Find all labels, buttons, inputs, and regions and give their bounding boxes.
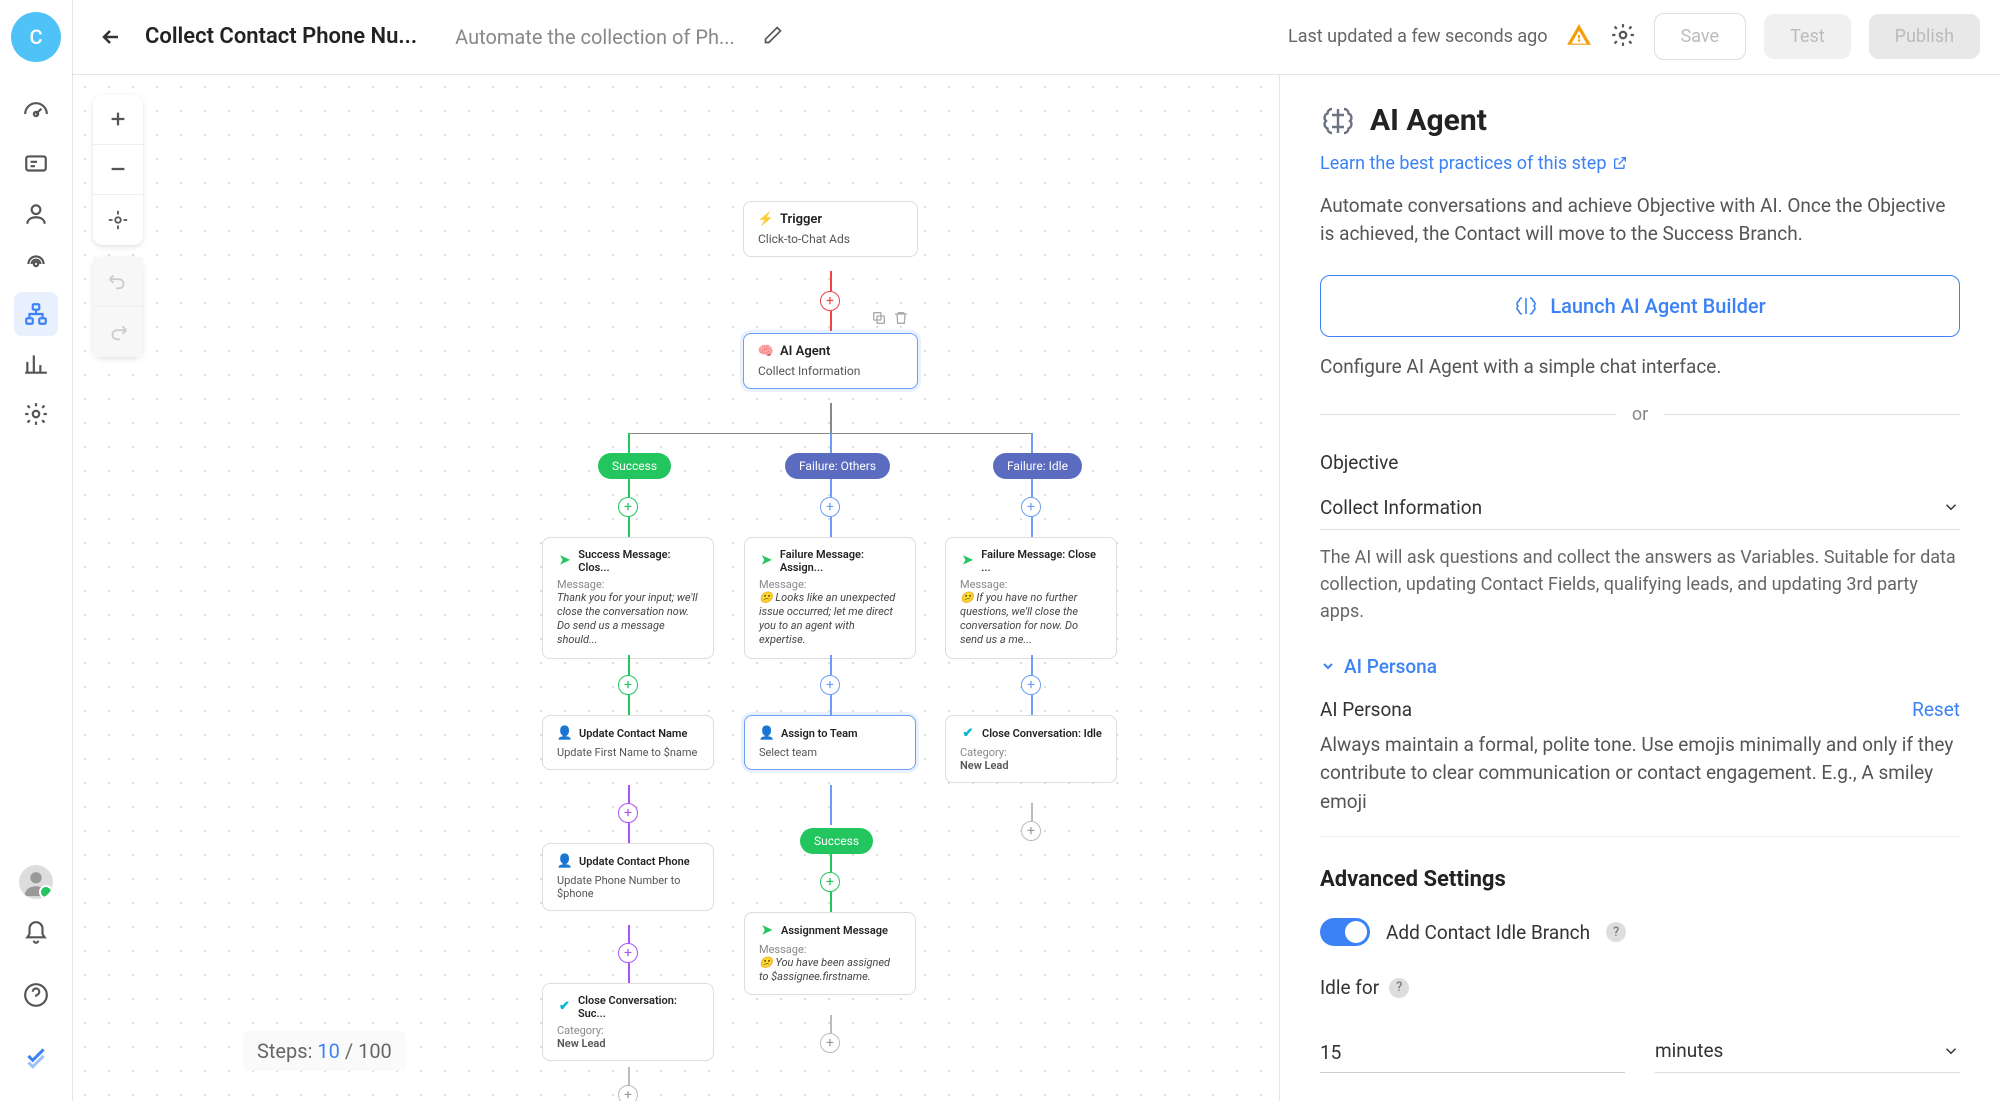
reports-icon[interactable] — [14, 342, 58, 386]
workflow-settings-icon[interactable] — [1610, 22, 1636, 52]
contacts-icon[interactable] — [14, 192, 58, 236]
add-step-icon[interactable]: + — [820, 291, 840, 311]
add-step-icon[interactable]: + — [618, 1085, 638, 1101]
objective-help-text: The AI will ask questions and collect th… — [1320, 544, 1960, 625]
send-icon: ➤ — [759, 923, 775, 939]
publish-button[interactable]: Publish — [1869, 14, 1980, 59]
learn-link[interactable]: Learn the best practices of this step — [1320, 153, 1628, 174]
chevron-down-icon — [1942, 1042, 1960, 1060]
messages-icon[interactable] — [14, 142, 58, 186]
add-step-icon[interactable]: + — [820, 675, 840, 695]
persona-label: AI Persona — [1320, 698, 1412, 721]
user-icon: 👤 — [557, 854, 573, 870]
objective-label: Objective — [1320, 451, 1960, 474]
node-trigger[interactable]: ⚡Trigger Click-to-Chat Ads — [743, 201, 918, 257]
add-step-icon[interactable]: + — [618, 803, 638, 823]
add-step-icon[interactable]: + — [1021, 675, 1041, 695]
workspace-avatar[interactable]: C — [11, 12, 61, 62]
node-assign-team[interactable]: 👤Assign to Team Select team — [744, 715, 916, 770]
workflow-title: Collect Contact Phone Nu... — [145, 24, 417, 49]
check-circle-icon: ✔ — [557, 999, 572, 1015]
user-avatar[interactable] — [19, 865, 53, 899]
delete-node-icon[interactable] — [893, 310, 911, 328]
panel-description: Automate conversations and achieve Objec… — [1320, 192, 1960, 249]
settings-panel: AI Agent Learn the best practices of thi… — [1280, 75, 2000, 1101]
help-tooltip-icon[interactable]: ? — [1606, 922, 1626, 942]
save-button[interactable]: Save — [1654, 13, 1747, 60]
node-failure-idle-message[interactable]: ➤Failure Message: Close ... Message: 😕 I… — [945, 537, 1117, 659]
canvas-area[interactable]: Steps: 10 / 100 ⚡Trigger Click-to-Chat A… — [73, 75, 1280, 1101]
notifications-icon[interactable] — [14, 911, 58, 955]
last-updated: Last updated a few seconds ago — [1288, 26, 1548, 47]
node-update-contact-phone[interactable]: 👤Update Contact Phone Update Phone Numbe… — [542, 843, 714, 911]
check-circle-icon: ✔ — [960, 726, 976, 742]
idle-duration-input[interactable] — [1320, 1033, 1625, 1073]
toggle-label: Add Contact Idle Branch — [1386, 921, 1590, 944]
add-step-icon[interactable]: + — [1021, 821, 1041, 841]
add-step-icon[interactable]: + — [820, 497, 840, 517]
node-close-idle[interactable]: ✔Close Conversation: Idle Category: New … — [945, 715, 1117, 783]
settings-nav-icon[interactable] — [14, 392, 58, 436]
add-step-icon[interactable]: + — [618, 675, 638, 695]
edit-title-icon[interactable] — [763, 25, 783, 49]
header: Collect Contact Phone Nu... Automate the… — [73, 0, 2000, 75]
add-step-icon[interactable]: + — [820, 1033, 840, 1053]
node-update-contact-name[interactable]: 👤Update Contact Name Update First Name t… — [542, 715, 714, 770]
app-sidebar: C — [0, 0, 73, 1101]
external-link-icon — [1612, 155, 1628, 171]
brain-icon — [1514, 294, 1538, 318]
persona-text[interactable]: Always maintain a formal, polite tone. U… — [1320, 731, 1960, 838]
help-tooltip-icon[interactable]: ? — [1389, 978, 1409, 998]
panel-title: AI Agent — [1370, 103, 1487, 138]
pill-success: Success — [598, 453, 671, 479]
pill-failure-idle: Failure: Idle — [993, 453, 1082, 479]
or-divider: or — [1632, 404, 1648, 425]
add-step-icon[interactable]: + — [618, 497, 638, 517]
node-success-message[interactable]: ➤Success Message: Clos... Message: Thank… — [542, 537, 714, 659]
user-icon: 👤 — [557, 726, 573, 742]
idle-unit-select[interactable]: minutes — [1655, 1029, 1960, 1073]
warning-icon[interactable] — [1566, 22, 1592, 52]
chevron-down-icon — [1942, 498, 1960, 516]
launch-ai-agent-builder-button[interactable]: Launch AI Agent Builder — [1320, 275, 1960, 337]
idle-for-label: Idle for — [1320, 976, 1379, 999]
brain-icon: 🧠 — [758, 344, 774, 360]
copy-node-icon[interactable] — [871, 310, 889, 328]
add-step-icon[interactable]: + — [1021, 497, 1041, 517]
user-icon: 👤 — [759, 726, 775, 742]
workflow-subtitle: Automate the collection of Ph... — [455, 25, 735, 49]
idle-branch-toggle[interactable] — [1320, 918, 1370, 946]
node-close-success[interactable]: ✔Close Conversation: Suc... Category: Ne… — [542, 983, 714, 1061]
send-icon: ➤ — [960, 553, 975, 569]
node-failure-others-message[interactable]: ➤Failure Message: Assign... Message: 😕 L… — [744, 537, 916, 659]
persona-section-toggle[interactable]: AI Persona — [1320, 655, 1960, 678]
send-icon: ➤ — [557, 553, 572, 569]
bolt-icon: ⚡ — [758, 212, 774, 228]
send-icon: ➤ — [759, 553, 774, 569]
pill-success: Success — [800, 828, 873, 854]
broadcast-icon[interactable] — [14, 242, 58, 286]
brand-icon[interactable] — [14, 1035, 58, 1079]
node-assignment-message[interactable]: ➤Assignment Message Message: 😕 You have … — [744, 912, 916, 996]
back-button[interactable] — [93, 19, 129, 55]
launch-description: Configure AI Agent with a simple chat in… — [1320, 355, 1960, 378]
dashboard-icon[interactable] — [14, 92, 58, 136]
add-step-icon[interactable]: + — [820, 872, 840, 892]
chevron-down-icon — [1320, 658, 1336, 674]
test-button[interactable]: Test — [1764, 14, 1851, 59]
help-icon[interactable] — [14, 973, 58, 1017]
node-ai-agent[interactable]: 🧠AI Agent Collect Information — [743, 333, 918, 389]
advanced-settings-title: Advanced Settings — [1320, 867, 1960, 892]
brain-icon — [1320, 103, 1356, 139]
objective-select[interactable]: Collect Information — [1320, 486, 1960, 530]
workflow-icon[interactable] — [14, 292, 58, 336]
reset-persona-link[interactable]: Reset — [1912, 698, 1960, 721]
pill-failure-others: Failure: Others — [785, 453, 890, 479]
add-step-icon[interactable]: + — [618, 943, 638, 963]
